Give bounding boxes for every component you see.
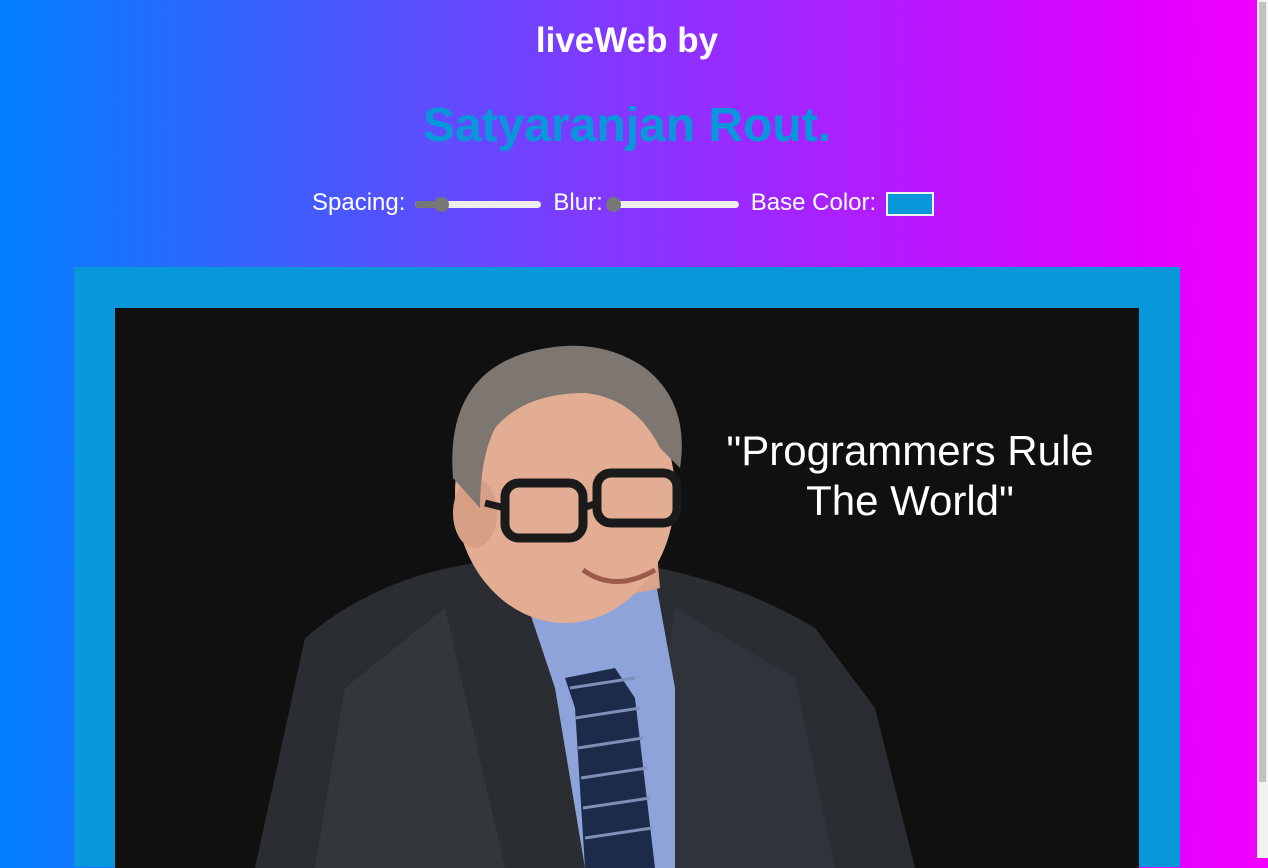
page: liveWeb by Satyaranjan Rout. Spacing: Bl… xyxy=(0,0,1257,868)
controls-bar: Spacing: Blur: Base Color: xyxy=(312,186,935,220)
scrollbar-thumb[interactable] xyxy=(1259,2,1266,782)
page-title: liveWeb by xyxy=(535,21,719,60)
spacing-slider[interactable] xyxy=(415,196,542,212)
blur-slider[interactable] xyxy=(605,196,739,212)
spacing-slider-handle[interactable] xyxy=(433,196,449,212)
blur-label: Blur: xyxy=(553,189,603,216)
blur-slider-handle[interactable] xyxy=(605,196,621,212)
quote-line-2: The World" xyxy=(806,477,1014,524)
person-illustration xyxy=(115,308,1139,868)
vertical-scrollbar[interactable] xyxy=(1257,0,1268,858)
author-name: Satyaranjan Rout. xyxy=(422,99,832,152)
photo: "Programmers Rule The World" xyxy=(115,308,1139,868)
spacing-label: Spacing: xyxy=(312,189,406,216)
quote-text: "Programmers Rule The World" xyxy=(675,426,1139,526)
base-color-swatch xyxy=(888,193,933,214)
base-color-label: Base Color: xyxy=(750,189,877,216)
base-color-picker[interactable] xyxy=(886,191,935,216)
quote-line-1: "Programmers Rule xyxy=(726,427,1094,474)
